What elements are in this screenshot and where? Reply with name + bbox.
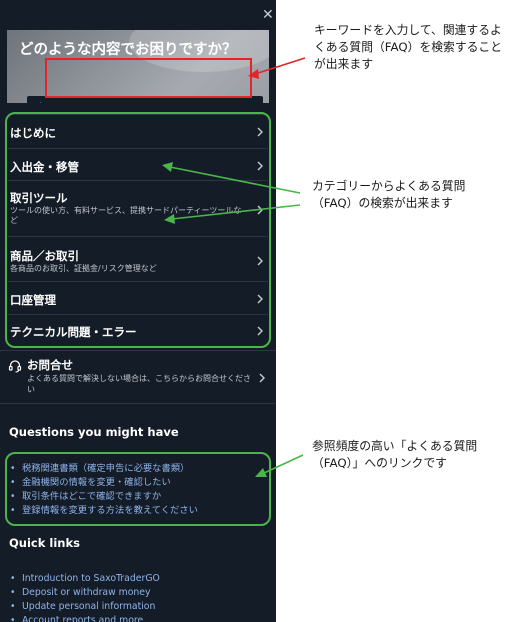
- annotation-search: キーワードを入力して、関連するよくある質問（FAQ）を検索することが出来ます: [314, 23, 503, 71]
- search-highlight-box: [45, 58, 252, 98]
- close-icon[interactable]: ✕: [262, 8, 276, 22]
- annotation-categories: カテゴリーからよくある質問（FAQ）の検索が出来ます: [312, 179, 466, 210]
- quick-links-list: Introduction to SaxoTraderGO Deposit or …: [10, 572, 160, 622]
- quick-link[interactable]: Update personal information: [10, 600, 160, 614]
- quick-links-heading: Quick links: [9, 536, 80, 550]
- quick-link[interactable]: Introduction to SaxoTraderGO: [10, 572, 160, 586]
- search-icon: [39, 102, 42, 103]
- chevron-right-icon: [259, 373, 265, 383]
- contact-title: お問合せ: [27, 358, 73, 372]
- quick-link[interactable]: Deposit or withdraw money: [10, 586, 160, 600]
- contact-subtitle: よくある質問で解決しない場合は、こちらからお問合せください: [27, 374, 251, 394]
- hero-title: どのような内容でお困りですか？: [19, 42, 237, 58]
- quick-link[interactable]: Account reports and more: [10, 614, 160, 622]
- annotation-links: 参照頻度の高い「よくある質問（FAQ）」へのリンクです: [312, 439, 478, 470]
- headset-icon: [8, 360, 22, 373]
- questions-highlight-box: [5, 452, 271, 526]
- contact-item[interactable]: お問合せ よくある質問で解決しない場合は、こちらからお問合せください: [0, 350, 276, 404]
- categories-highlight-box: [5, 112, 271, 348]
- questions-heading: Questions you might have: [9, 425, 179, 439]
